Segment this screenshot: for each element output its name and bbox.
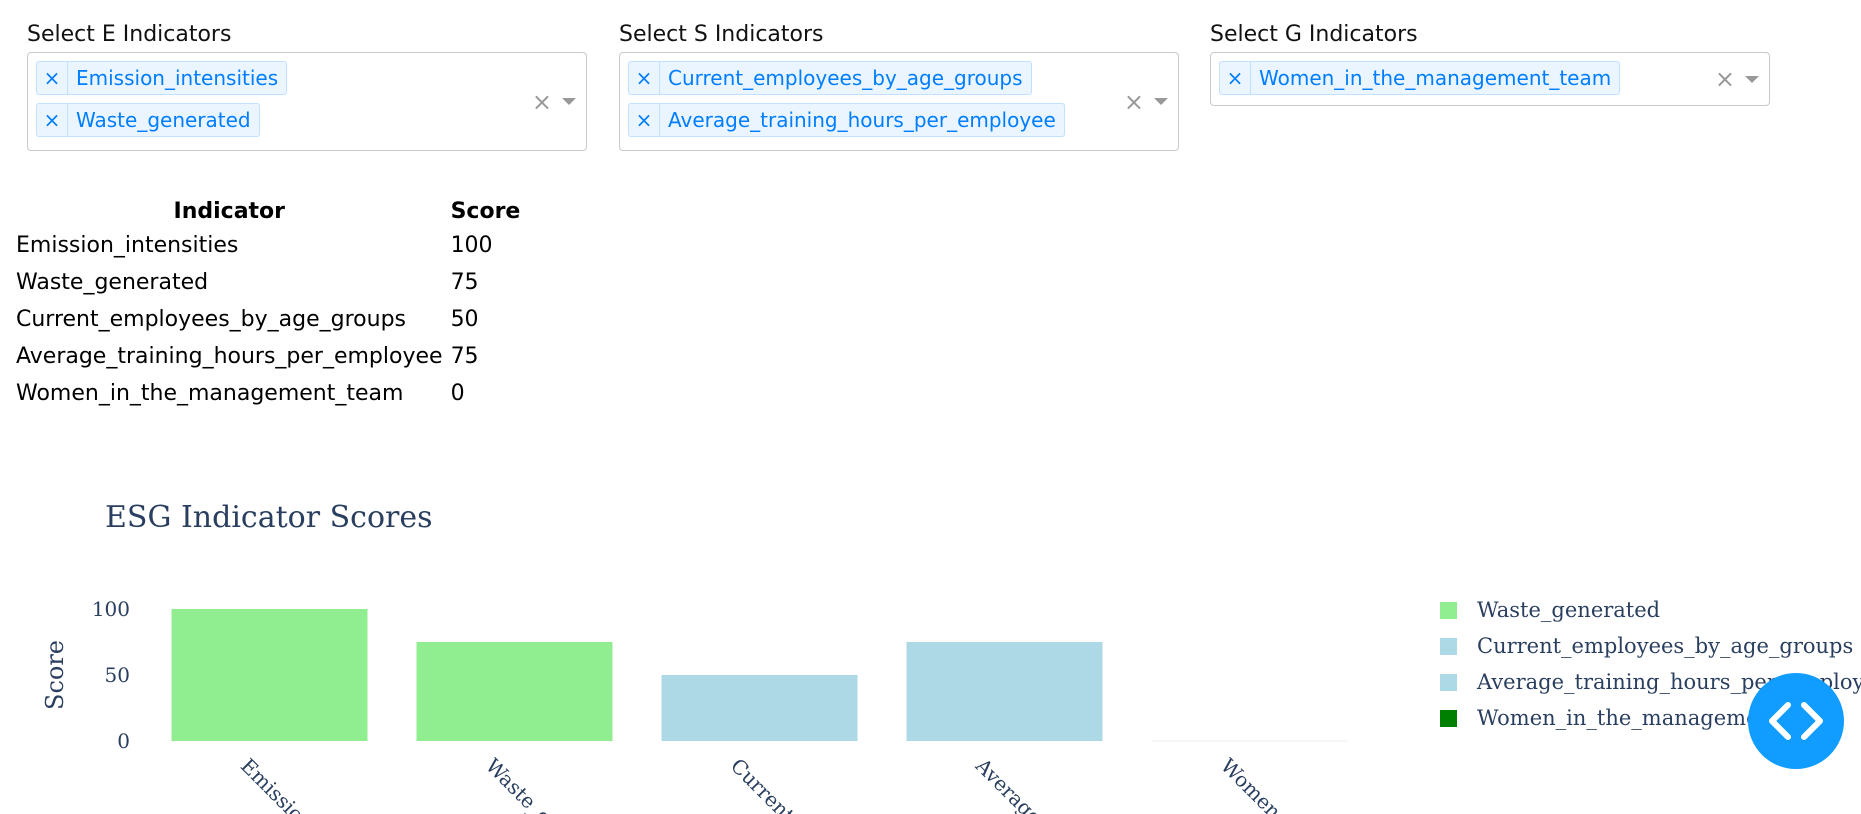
x-tick-label: Average	[970, 753, 1046, 814]
chart-title: ESG Indicator Scores	[105, 500, 433, 535]
table-row: Average_training_hours_per_employee 75	[12, 338, 524, 375]
remove-chip-icon[interactable]: ×	[1220, 62, 1251, 94]
remove-chip-icon[interactable]: ×	[629, 104, 660, 136]
code-toggle-button[interactable]	[1748, 673, 1844, 769]
indicator-cell: Waste_generated	[16, 270, 209, 295]
x-tick-label: Current	[726, 754, 800, 814]
clear-icon[interactable]: ×	[532, 88, 552, 116]
chip-label: Women_in_the_management_team	[1259, 66, 1612, 90]
indicator-cell: Current_employees_by_age_groups	[16, 307, 407, 332]
legend-item-label: Waste_generated	[1477, 598, 1660, 622]
bar	[416, 642, 613, 741]
chip-label: Current_employees_by_age_groups	[668, 66, 1023, 90]
g-indicators-label: Select G Indicators	[1210, 22, 1418, 47]
indicator-cell: Emission_intensities	[16, 233, 239, 258]
esg-score-bar-chart: ESG Indicator Scores Score 0 50 100 Emissio Wa…	[41, 500, 1861, 814]
indicator-cell: Women_in_the_management_team	[16, 381, 404, 406]
y-tick-label: 0	[117, 729, 130, 753]
table-row: Emission_intensities 100	[12, 227, 524, 264]
column-header-score: Score	[450, 199, 521, 224]
chip-label: Waste_generated	[76, 108, 251, 132]
clear-icon[interactable]: ×	[1124, 88, 1144, 116]
selected-chip: × Emission_intensities	[36, 61, 288, 95]
selected-chip: × Women_in_the_management_team	[1219, 61, 1621, 95]
e-indicators-label: Select E Indicators	[27, 22, 232, 47]
score-cell: 50	[450, 307, 479, 332]
score-cell: 0	[450, 381, 465, 406]
selected-chip: × Waste_generated	[36, 103, 260, 137]
x-tick-label: Emissio	[236, 754, 309, 814]
selected-chip: × Average_training_hours_per_employee	[628, 103, 1065, 137]
legend-swatch	[1440, 638, 1457, 655]
chip-label: Average_training_hours_per_employee	[668, 108, 1056, 132]
legend-swatch	[1440, 674, 1457, 691]
remove-chip-icon[interactable]: ×	[37, 104, 68, 136]
y-tick-label: 100	[92, 597, 130, 621]
legend-item-label: Current_employees_by_age_groups	[1477, 634, 1853, 658]
score-table: Indicator Score Emission_intensities 100…	[12, 196, 524, 412]
indicator-cell: Average_training_hours_per_employee	[16, 344, 443, 369]
g-indicators-dropdown[interactable]: × Women_in_the_management_team ×	[1210, 52, 1770, 106]
table-row: Women_in_the_management_team 0	[12, 375, 524, 412]
selected-chip: × Current_employees_by_age_groups	[628, 61, 1032, 95]
score-cell: 75	[450, 270, 479, 295]
chevron-down-icon[interactable]	[1154, 98, 1168, 105]
table-row: Waste_generated 75	[12, 264, 524, 301]
e-indicators-dropdown[interactable]: × Emission_intensities × Waste_generated…	[27, 52, 587, 151]
score-cell: 75	[450, 344, 479, 369]
y-tick-label: 50	[105, 663, 130, 687]
column-header-indicator: Indicator	[173, 199, 286, 224]
y-axis-label: Score	[41, 640, 69, 710]
remove-chip-icon[interactable]: ×	[629, 62, 660, 94]
legend-swatch	[1440, 710, 1457, 727]
table-row: Current_employees_by_age_groups 50	[12, 301, 524, 338]
s-indicators-label: Select S Indicators	[619, 22, 824, 47]
remove-chip-icon[interactable]: ×	[37, 62, 68, 94]
chip-label: Emission_intensities	[76, 66, 279, 90]
x-tick-label: Women_	[1216, 754, 1293, 814]
chevron-down-icon[interactable]	[1745, 75, 1759, 83]
score-cell: 100	[450, 233, 493, 258]
table-header-row: Indicator Score	[12, 196, 524, 227]
bar	[906, 642, 1103, 741]
chevron-down-icon[interactable]	[562, 98, 576, 105]
bar	[171, 609, 368, 741]
legend-swatch	[1440, 602, 1457, 619]
x-tick-label: Waste_g	[481, 754, 557, 814]
clear-icon[interactable]: ×	[1715, 65, 1735, 93]
s-indicators-dropdown[interactable]: × Current_employees_by_age_groups × Aver…	[619, 52, 1179, 151]
bar	[661, 675, 858, 741]
code-brackets-icon	[1769, 702, 1823, 740]
